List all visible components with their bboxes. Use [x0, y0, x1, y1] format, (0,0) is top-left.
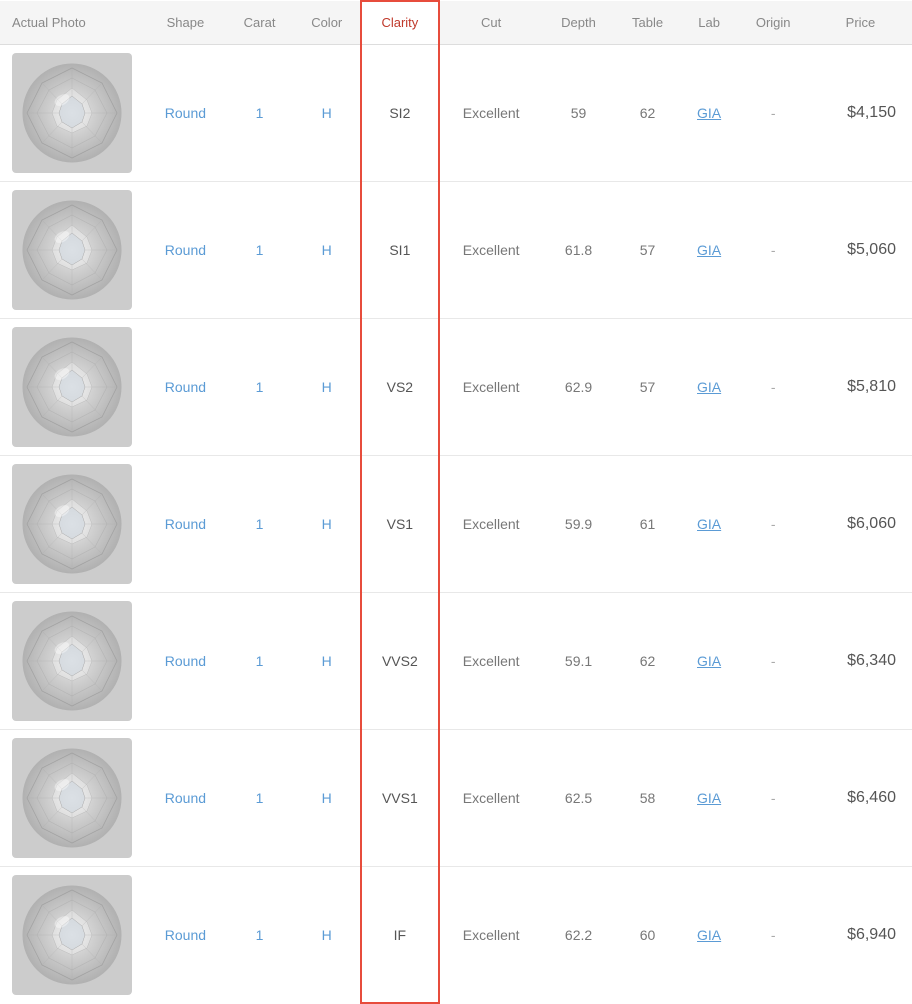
cell-lab[interactable]: GIA: [681, 730, 738, 867]
cell-shape: Round: [145, 182, 226, 319]
cell-lab[interactable]: GIA: [681, 319, 738, 456]
col-header-lab[interactable]: Lab: [681, 1, 738, 45]
cell-color: H: [293, 182, 361, 319]
cell-origin: -: [737, 45, 809, 182]
cell-carat: 1: [226, 730, 293, 867]
cell-shape: Round: [145, 730, 226, 867]
cell-clarity: VS1: [361, 456, 438, 593]
cell-price: $5,810: [809, 319, 912, 456]
cell-carat: 1: [226, 182, 293, 319]
cell-lab[interactable]: GIA: [681, 456, 738, 593]
cell-price: $5,060: [809, 182, 912, 319]
diamond-photo: [0, 867, 145, 1004]
cell-origin: -: [737, 730, 809, 867]
cell-depth: 62.5: [543, 730, 615, 867]
cell-lab[interactable]: GIA: [681, 182, 738, 319]
cell-depth: 59.9: [543, 456, 615, 593]
cell-color: H: [293, 593, 361, 730]
cell-lab[interactable]: GIA: [681, 593, 738, 730]
diamond-photo: [0, 730, 145, 867]
cell-depth: 62.9: [543, 319, 615, 456]
cell-clarity: SI2: [361, 45, 438, 182]
cell-cut: Excellent: [439, 319, 543, 456]
cell-color: H: [293, 319, 361, 456]
cell-shape: Round: [145, 867, 226, 1004]
cell-cut: Excellent: [439, 456, 543, 593]
diamond-photo: [0, 456, 145, 593]
cell-carat: 1: [226, 45, 293, 182]
cell-clarity: IF: [361, 867, 438, 1004]
cell-table: 57: [614, 182, 680, 319]
cell-price: $6,940: [809, 867, 912, 1004]
diamond-photo: [0, 182, 145, 319]
cell-cut: Excellent: [439, 45, 543, 182]
cell-price: $6,460: [809, 730, 912, 867]
cell-clarity: SI1: [361, 182, 438, 319]
table-row: Round 1 H SI2 Excellent 59 62 GIA - $4,1…: [0, 45, 912, 182]
cell-shape: Round: [145, 593, 226, 730]
cell-origin: -: [737, 867, 809, 1004]
cell-color: H: [293, 730, 361, 867]
cell-clarity: VVS1: [361, 730, 438, 867]
cell-shape: Round: [145, 45, 226, 182]
col-header-price[interactable]: Price: [809, 1, 912, 45]
cell-origin: -: [737, 182, 809, 319]
diamond-photo: [0, 319, 145, 456]
cell-cut: Excellent: [439, 730, 543, 867]
cell-depth: 62.2: [543, 867, 615, 1004]
col-header-photo[interactable]: Actual Photo: [0, 1, 145, 45]
cell-price: $6,340: [809, 593, 912, 730]
cell-carat: 1: [226, 867, 293, 1004]
col-header-clarity[interactable]: Clarity: [361, 1, 438, 45]
cell-cut: Excellent: [439, 867, 543, 1004]
cell-clarity: VVS2: [361, 593, 438, 730]
cell-lab[interactable]: GIA: [681, 45, 738, 182]
cell-table: 62: [614, 45, 680, 182]
cell-table: 62: [614, 593, 680, 730]
table-row: Round 1 H SI1 Excellent 61.8 57 GIA - $5…: [0, 182, 912, 319]
cell-table: 57: [614, 319, 680, 456]
cell-depth: 59: [543, 45, 615, 182]
cell-color: H: [293, 456, 361, 593]
col-header-color[interactable]: Color: [293, 1, 361, 45]
cell-table: 61: [614, 456, 680, 593]
col-header-depth[interactable]: Depth: [543, 1, 615, 45]
table-row: Round 1 H VVS2 Excellent 59.1 62 GIA - $…: [0, 593, 912, 730]
table-row: Round 1 H VS1 Excellent 59.9 61 GIA - $6…: [0, 456, 912, 593]
cell-carat: 1: [226, 593, 293, 730]
col-header-origin[interactable]: Origin: [737, 1, 809, 45]
col-header-table[interactable]: Table: [614, 1, 680, 45]
cell-lab[interactable]: GIA: [681, 867, 738, 1004]
cell-color: H: [293, 45, 361, 182]
cell-clarity: VS2: [361, 319, 438, 456]
cell-carat: 1: [226, 456, 293, 593]
table-row: Round 1 H VVS1 Excellent 62.5 58 GIA - $…: [0, 730, 912, 867]
cell-origin: -: [737, 319, 809, 456]
table-row: Round 1 H VS2 Excellent 62.9 57 GIA - $5…: [0, 319, 912, 456]
cell-price: $4,150: [809, 45, 912, 182]
col-header-shape[interactable]: Shape: [145, 1, 226, 45]
cell-shape: Round: [145, 456, 226, 593]
cell-origin: -: [737, 593, 809, 730]
cell-cut: Excellent: [439, 182, 543, 319]
cell-depth: 59.1: [543, 593, 615, 730]
diamond-photo: [0, 45, 145, 182]
cell-table: 58: [614, 730, 680, 867]
cell-table: 60: [614, 867, 680, 1004]
cell-price: $6,060: [809, 456, 912, 593]
table-row: Round 1 H IF Excellent 62.2 60 GIA - $6,…: [0, 867, 912, 1004]
cell-color: H: [293, 867, 361, 1004]
cell-carat: 1: [226, 319, 293, 456]
col-header-carat[interactable]: Carat: [226, 1, 293, 45]
cell-cut: Excellent: [439, 593, 543, 730]
diamond-photo: [0, 593, 145, 730]
diamond-table: Actual Photo Shape Carat Color Clarity C…: [0, 0, 912, 1004]
cell-shape: Round: [145, 319, 226, 456]
cell-origin: -: [737, 456, 809, 593]
cell-depth: 61.8: [543, 182, 615, 319]
table-header-row: Actual Photo Shape Carat Color Clarity C…: [0, 1, 912, 45]
col-header-cut[interactable]: Cut: [439, 1, 543, 45]
